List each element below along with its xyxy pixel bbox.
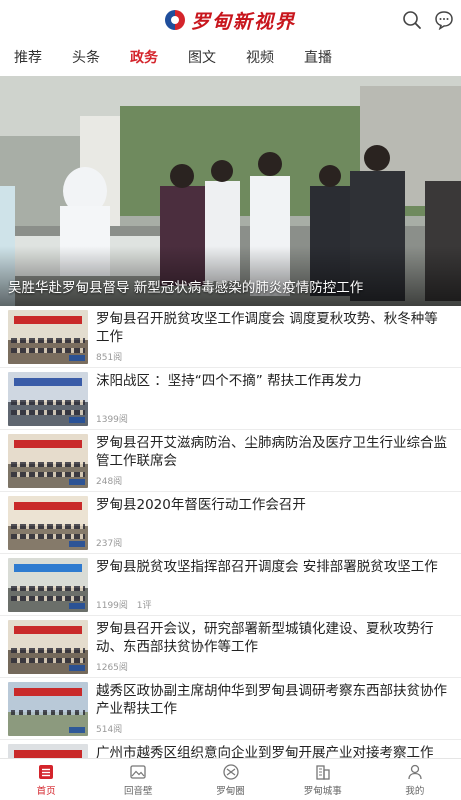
building-icon <box>316 764 330 780</box>
news-thumbnail <box>8 558 88 612</box>
app-logo: 罗甸新视界 <box>164 7 296 34</box>
news-meta: 237阅 <box>96 536 134 549</box>
news-item[interactable]: 罗甸县召开会议，研究部署新型城镇化建设、夏秋攻势行动、东西部扶贫协作等工作 12… <box>0 616 461 678</box>
news-thumbnail <box>8 434 88 488</box>
news-title: 罗甸县2020年督医行动工作会召开 <box>96 497 306 513</box>
news-title: 沫阳战区 ：坚持“四个不摘” 帮扶工作再发力 <box>96 373 362 389</box>
nav-profile-label: 我的 <box>405 785 425 797</box>
tab-live[interactable]: 直播 <box>304 40 332 76</box>
category-tabs: 推荐 头条 政务 图文 视频 直播 <box>0 40 461 76</box>
news-item[interactable]: 罗甸县2020年督医行动工作会召开 237阅 <box>0 492 461 554</box>
hero-banner[interactable]: 吴胜华赴罗甸县督导 新型冠状病毒感染的肺炎疫情防控工作 <box>0 76 461 306</box>
news-item[interactable]: 罗甸县召开脱贫攻坚工作调度会 调度夏秋攻势、秋冬种等工作 851阅 <box>0 306 461 368</box>
nav-city-affairs[interactable]: 罗甸城事 <box>277 759 369 800</box>
view-count: 248阅 <box>96 477 123 487</box>
news-meta: 851阅 <box>96 350 134 363</box>
app-title: 罗甸新视界 <box>190 10 296 33</box>
nav-luodian-circle[interactable]: 罗甸圈 <box>184 759 276 800</box>
chat-icon[interactable] <box>434 10 454 30</box>
tab-government[interactable]: 政务 <box>130 40 158 76</box>
hero-caption: 吴胜华赴罗甸县督导 新型冠状病毒感染的肺炎疫情防控工作 <box>8 280 364 296</box>
tab-headlines[interactable]: 头条 <box>72 40 100 76</box>
news-title: 广州市越秀区组织意向企业到罗甸开展产业对接考察工作 <box>96 745 434 758</box>
news-item[interactable]: 广州市越秀区组织意向企业到罗甸开展产业对接考察工作 <box>0 740 461 758</box>
home-icon <box>39 764 54 779</box>
news-item[interactable]: 越秀区政协副主席胡仲华到罗甸县调研考察东西部扶贫协作产业帮扶工作 514阅 <box>0 678 461 740</box>
picture-icon <box>130 764 146 779</box>
news-thumbnail <box>8 620 88 674</box>
nav-echo-wall-label: 回音壁 <box>124 785 153 797</box>
app-screen: 罗甸新视界 推荐 头条 政务 图文 视频 直播 吴胜华赴罗甸县督导 新型冠状病毒… <box>0 0 461 800</box>
view-count: 1265阅 <box>96 663 128 673</box>
news-title: 越秀区政协副主席胡仲华到罗甸县调研考察东西部扶贫协作产业帮扶工作 <box>96 683 447 717</box>
nav-city-affairs-label: 罗甸城事 <box>303 785 342 797</box>
bottom-nav: 首页 回音壁 罗甸圈 罗甸城事 我的 <box>0 758 461 800</box>
search-icon[interactable] <box>402 10 422 30</box>
circle-icon <box>222 763 239 780</box>
app-header: 罗甸新视界 <box>0 0 461 40</box>
news-thumbnail <box>8 372 88 426</box>
view-count: 514阅 <box>96 725 123 735</box>
news-thumbnail <box>8 496 88 550</box>
nav-echo-wall[interactable]: 回音壁 <box>92 759 184 800</box>
news-thumbnail <box>8 682 88 736</box>
view-count: 1399阅 <box>96 415 128 425</box>
news-meta: 1199阅 1评 <box>96 598 158 611</box>
tab-recommend[interactable]: 推荐 <box>14 40 42 76</box>
news-thumbnail <box>8 310 88 364</box>
view-count: 851阅 <box>96 353 123 363</box>
nav-profile[interactable]: 我的 <box>369 759 461 800</box>
news-list: 罗甸县召开脱贫攻坚工作调度会 调度夏秋攻势、秋冬种等工作 851阅 沫阳战区 ：… <box>0 306 461 758</box>
news-meta: 248阅 <box>96 474 134 487</box>
news-meta: 1399阅 <box>96 412 140 425</box>
user-icon <box>408 764 422 779</box>
news-item[interactable]: 罗甸县脱贫攻坚指挥部召开调度会 安排部署脱贫攻坚工作 1199阅 1评 <box>0 554 461 616</box>
news-item[interactable]: 沫阳战区 ：坚持“四个不摘” 帮扶工作再发力 1399阅 <box>0 368 461 430</box>
news-title: 罗甸县召开会议，研究部署新型城镇化建设、夏秋攻势行动、东西部扶贫协作等工作 <box>96 621 434 655</box>
news-meta: 1265阅 <box>96 660 140 673</box>
news-title: 罗甸县脱贫攻坚指挥部召开调度会 安排部署脱贫攻坚工作 <box>96 559 438 575</box>
comment-count: 1评 <box>136 601 152 611</box>
tab-video[interactable]: 视频 <box>246 40 274 76</box>
view-count: 237阅 <box>96 539 123 549</box>
news-title: 罗甸县召开艾滋病防治、尘肺病防治及医疗卫生行业综合监管工作联席会 <box>96 435 447 469</box>
news-thumbnail <box>8 744 88 758</box>
news-meta: 514阅 <box>96 722 134 735</box>
nav-home[interactable]: 首页 <box>0 759 92 800</box>
nav-luodian-circle-label: 罗甸圈 <box>216 785 245 797</box>
tab-gallery[interactable]: 图文 <box>188 40 216 76</box>
news-title: 罗甸县召开脱贫攻坚工作调度会 调度夏秋攻势、秋冬种等工作 <box>96 311 438 345</box>
nav-home-label: 首页 <box>36 785 56 797</box>
news-item[interactable]: 罗甸县召开艾滋病防治、尘肺病防治及医疗卫生行业综合监管工作联席会 248阅 <box>0 430 461 492</box>
view-count: 1199阅 <box>96 601 128 611</box>
logo-mark-icon <box>164 10 185 30</box>
